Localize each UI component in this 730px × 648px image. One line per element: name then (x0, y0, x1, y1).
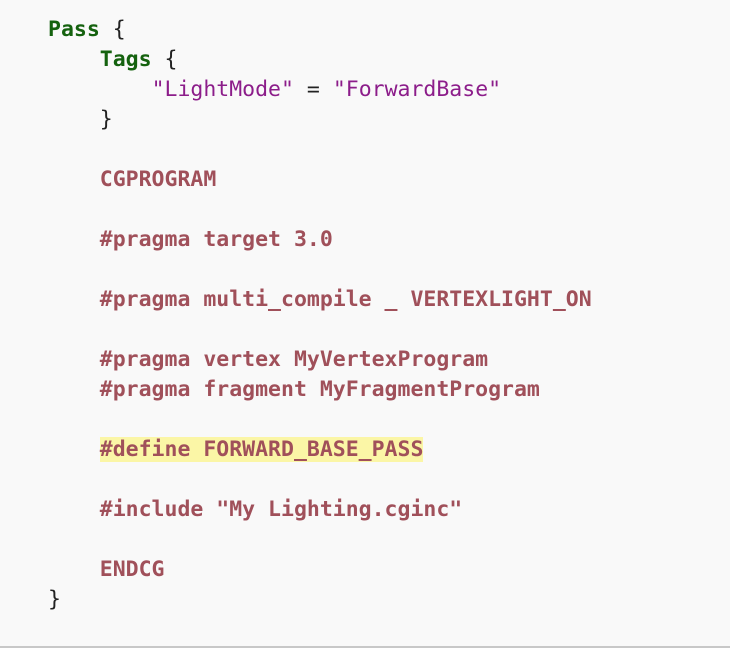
code-line-pragma-vertex: #pragma vertex MyVertexProgram (48, 345, 592, 375)
shader-code: Pass { Tags { "LightMode" = "ForwardBase… (48, 15, 592, 615)
code-line-pragma-multi-compile: #pragma multi_compile _ VERTEXLIGHT_ON (48, 285, 592, 315)
endcg-directive: ENDCG (99, 557, 165, 582)
code-line-pragma-fragment: #pragma fragment MyFragmentProgram (48, 375, 592, 405)
code-line-pragma-target: #pragma target 3.0 (48, 225, 592, 255)
lightmode-key: "LightMode" (151, 77, 294, 102)
pragma-vertex: #pragma vertex MyVertexProgram (99, 347, 489, 372)
code-block: Pass { Tags { "LightMode" = "ForwardBase… (0, 0, 730, 648)
code-line-include: #include "My Lighting.cginc" (48, 495, 592, 525)
code-line-tags: Tags { (48, 45, 592, 75)
pragma-multi-compile: #pragma multi_compile _ VERTEXLIGHT_ON (99, 287, 592, 312)
lightmode-value: "ForwardBase" (332, 77, 502, 102)
define-highlighted: #define FORWARD_BASE_PASS (99, 437, 424, 462)
open-brace: { (112, 17, 126, 42)
code-line-define: #define FORWARD_BASE_PASS (48, 435, 592, 465)
include-directive: #include "My Lighting.cginc" (99, 497, 463, 522)
code-line-endcg: ENDCG (48, 555, 592, 585)
equals-sign: = (306, 77, 320, 102)
code-line-pass-close: } (48, 585, 592, 615)
tags-keyword: Tags (99, 47, 152, 72)
code-line-lightmode: "LightMode" = "ForwardBase" (48, 75, 592, 105)
close-brace: } (48, 587, 61, 612)
code-line-cgprogram: CGPROGRAM (48, 165, 592, 195)
code-line-tags-close: } (48, 105, 592, 135)
pragma-fragment: #pragma fragment MyFragmentProgram (99, 377, 540, 402)
open-brace: { (164, 47, 178, 72)
cgprogram-directive: CGPROGRAM (99, 167, 217, 192)
pragma-target: #pragma target 3.0 (99, 227, 333, 252)
pass-keyword: Pass (48, 17, 100, 42)
close-brace: } (99, 107, 113, 132)
code-line-pass: Pass { (48, 15, 592, 45)
